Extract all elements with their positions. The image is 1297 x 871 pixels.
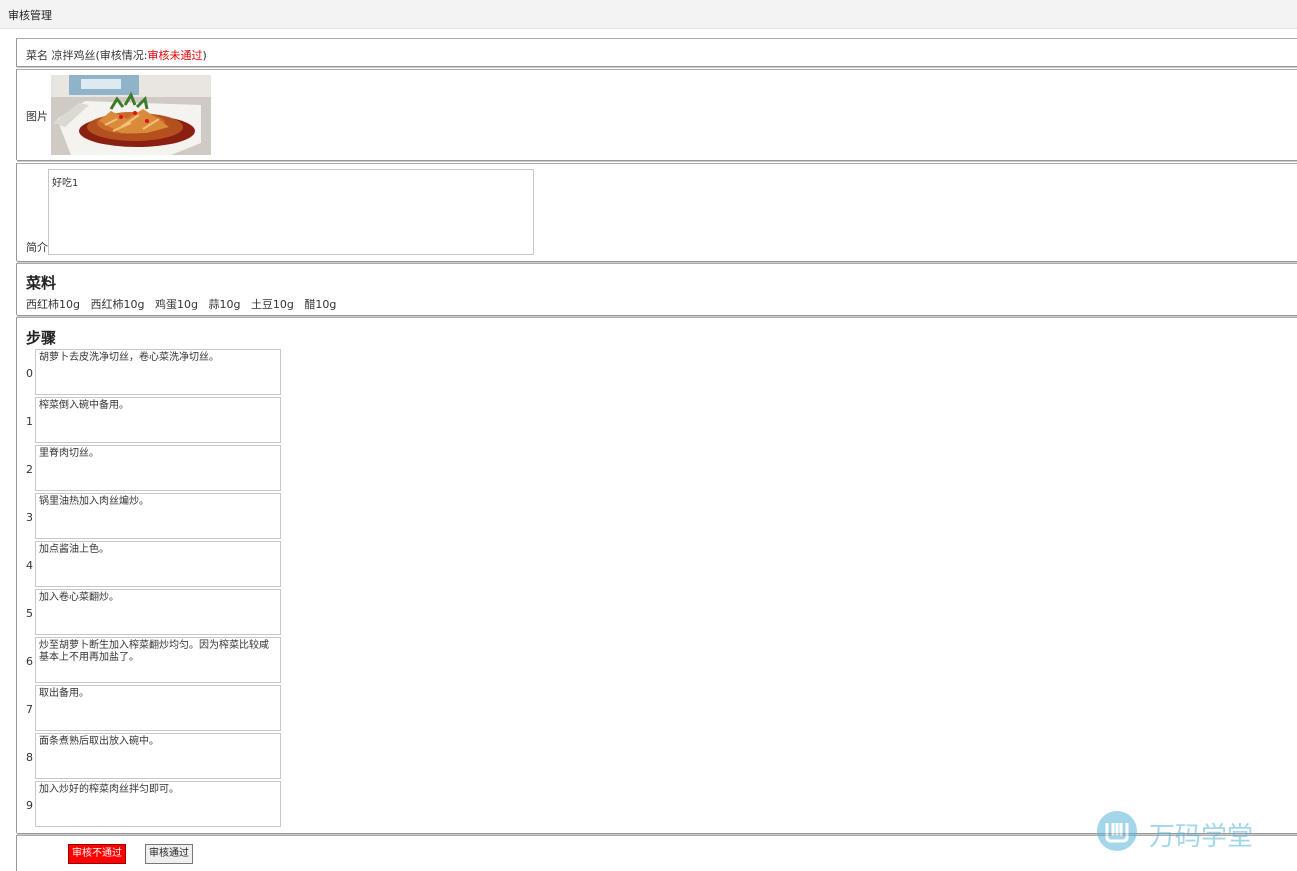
- ingredient-item: 西红柿10g: [90, 298, 145, 311]
- step-number: 5: [26, 607, 33, 620]
- watermark-logo-icon: [1097, 811, 1137, 851]
- step-textarea[interactable]: 胡萝卜去皮洗净切丝，卷心菜洗净切丝。: [35, 349, 281, 395]
- watermark: 万码学堂: [1097, 810, 1267, 854]
- dish-name-row: 菜名 凉拌鸡丝(审核情况:审核未通过): [16, 38, 1297, 67]
- watermark-text: 万码学堂: [1149, 822, 1254, 852]
- intro-label: 简介: [26, 241, 48, 254]
- step-textarea[interactable]: 里脊肉切丝。: [35, 445, 281, 491]
- intro-row: 简介 好吃1: [16, 163, 1297, 261]
- step-textarea[interactable]: 取出备用。: [35, 685, 281, 731]
- image-row: 图片: [16, 69, 1297, 160]
- ingredient-list: 西红柿10g 西红柿10g 鸡蛋10g 蒜10g 土豆10g 醋10g: [26, 296, 343, 312]
- step-row: 8 面条煮熟后取出放入碗中。: [26, 733, 286, 780]
- step-textarea[interactable]: 加入卷心菜翻炒。: [35, 589, 281, 635]
- step-textarea[interactable]: 加点酱油上色。: [35, 541, 281, 587]
- step-number: 9: [26, 799, 33, 812]
- step-textarea[interactable]: 锅里油热加入肉丝煸炒。: [35, 493, 281, 539]
- ingredient-item: 醋10g: [304, 298, 337, 311]
- steps-section: 步骤 0 胡萝卜去皮洗净切丝，卷心菜洗净切丝。 1 榨菜倒入碗中备用。 2 里脊…: [16, 317, 1297, 833]
- approve-button[interactable]: 审核通过: [145, 844, 193, 864]
- status-badge: 审核未通过: [147, 49, 203, 62]
- reject-button[interactable]: 审核不通过: [68, 844, 126, 864]
- divider: [17, 160, 1297, 162]
- dish-photo: [51, 75, 211, 155]
- step-row: 9 加入炒好的榨菜肉丝拌匀即可。: [26, 781, 286, 828]
- step-number: 3: [26, 511, 33, 524]
- step-textarea[interactable]: 面条煮熟后取出放入碗中。: [35, 733, 281, 779]
- intro-textarea[interactable]: 好吃1: [48, 169, 534, 255]
- ingredients-section: 菜料 西红柿10g 西红柿10g 鸡蛋10g 蒜10g 土豆10g 醋10g: [16, 263, 1297, 315]
- steps-heading: 步骤: [26, 329, 57, 347]
- page-title: 审核管理: [8, 9, 52, 22]
- step-number: 4: [26, 559, 33, 572]
- status-prefix: (审核情况:: [95, 49, 148, 62]
- step-textarea[interactable]: 炒至胡萝卜断生加入榨菜翻炒均匀。因为榨菜比较咸基本上不用再加盐了。: [35, 637, 281, 683]
- ingredient-item: 西红柿10g: [26, 298, 80, 311]
- step-number: 7: [26, 703, 33, 716]
- ingredients-heading: 菜料: [26, 274, 57, 292]
- step-row: 1 榨菜倒入碗中备用。: [26, 397, 286, 444]
- dish-name: 凉拌鸡丝: [51, 49, 96, 62]
- status-suffix: ): [202, 49, 207, 62]
- ingredient-item: 蒜10g: [208, 298, 241, 311]
- ingredient-item: 土豆10g: [250, 298, 294, 311]
- step-number: 1: [26, 415, 33, 428]
- dish-name-label: 菜名: [26, 49, 48, 62]
- step-row: 4 加点酱油上色。: [26, 541, 286, 588]
- top-bar: 审核管理: [0, 0, 1297, 29]
- step-number: 0: [26, 367, 33, 380]
- ingredient-item: 鸡蛋10g: [154, 298, 198, 311]
- step-number: 6: [26, 655, 33, 668]
- step-row: 5 加入卷心菜翻炒。: [26, 589, 286, 636]
- step-row: 2 里脊肉切丝。: [26, 445, 286, 492]
- step-textarea[interactable]: 加入炒好的榨菜肉丝拌匀即可。: [35, 781, 281, 827]
- step-textarea[interactable]: 榨菜倒入碗中备用。: [35, 397, 281, 443]
- step-number: 2: [26, 463, 33, 476]
- step-row: 7 取出备用。: [26, 685, 286, 732]
- divider: [17, 66, 1297, 68]
- step-row: 6 炒至胡萝卜断生加入榨菜翻炒均匀。因为榨菜比较咸基本上不用再加盐了。: [26, 637, 286, 684]
- dish-name-line: 菜名 凉拌鸡丝(审核情况:审核未通过): [26, 47, 207, 63]
- step-row: 0 胡萝卜去皮洗净切丝，卷心菜洗净切丝。: [26, 349, 286, 396]
- image-label: 图片: [26, 110, 48, 123]
- step-number: 8: [26, 751, 33, 764]
- step-row: 3 锅里油热加入肉丝煸炒。: [26, 493, 286, 540]
